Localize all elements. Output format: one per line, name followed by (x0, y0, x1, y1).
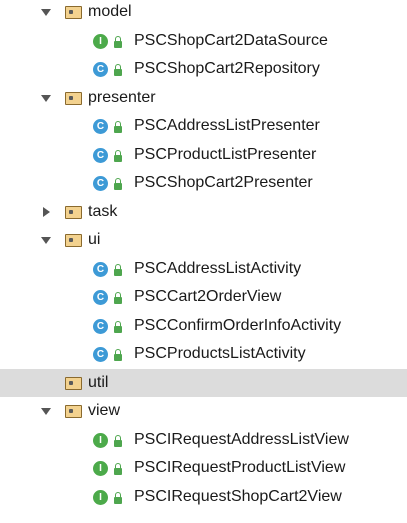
lock-icon (114, 463, 122, 475)
lock-icon (114, 349, 122, 361)
file-row[interactable]: C PSCShopCart2Repository (0, 55, 407, 84)
package-label: model (88, 3, 132, 20)
file-label: PSCShopCart2Presenter (134, 174, 313, 191)
interface-icon: I (93, 432, 108, 448)
file-row[interactable]: C PSCShopCart2Presenter (0, 169, 407, 198)
package-folder-icon (65, 205, 82, 219)
expand-arrow-icon[interactable] (41, 408, 51, 415)
package-label: ui (88, 231, 101, 248)
file-row[interactable]: C PSCConfirmOrderInfoActivity (0, 312, 407, 341)
lock-icon (114, 121, 122, 133)
file-row[interactable]: I PSCIRequestProductListView (0, 454, 407, 483)
package-label: view (88, 402, 121, 419)
lock-icon (114, 491, 122, 504)
file-label: PSCProductsListActivity (134, 345, 306, 362)
file-label: PSCShopCart2DataSource (134, 31, 328, 49)
class-icon: C (93, 261, 108, 277)
file-label: PSCConfirmOrderInfoActivity (134, 316, 342, 334)
lock-icon (114, 292, 122, 304)
expand-arrow-icon[interactable] (41, 237, 51, 244)
lock-icon (114, 64, 122, 76)
class-icon: C (93, 290, 108, 305)
package-folder-icon (65, 234, 82, 247)
file-row[interactable]: C PSCProductListPresenter (0, 141, 407, 170)
class-icon: C (93, 147, 108, 163)
class-icon: C (93, 347, 108, 362)
class-icon: C (93, 119, 108, 134)
package-folder-icon (65, 6, 82, 19)
lock-icon (114, 320, 122, 333)
file-row[interactable]: C PSCCart2OrderView (0, 283, 407, 312)
interface-icon: I (93, 461, 108, 476)
class-icon: C (93, 62, 108, 77)
file-label: PSCIRequestAddressListView (134, 430, 349, 448)
file-label: PSCIRequestShopCart2View (134, 487, 342, 505)
file-row[interactable]: I PSCIRequestShopCart2View (0, 483, 407, 512)
collapse-arrow-icon[interactable] (43, 206, 50, 217)
lock-icon (114, 434, 122, 447)
file-row[interactable]: C PSCAddressListActivity (0, 255, 407, 284)
package-label: presenter (88, 88, 156, 106)
package-label: task (88, 202, 118, 220)
package-row-view[interactable]: view (0, 397, 407, 426)
lock-icon (114, 263, 122, 276)
class-icon: C (93, 318, 108, 334)
file-label: PSCAddressListPresenter (134, 117, 320, 134)
package-folder-icon (65, 405, 82, 418)
class-icon: C (93, 176, 108, 191)
package-row-task[interactable]: task (0, 198, 407, 227)
expand-arrow-icon[interactable] (41, 94, 51, 102)
file-label: PSCIRequestProductListView (134, 459, 346, 476)
interface-icon: I (93, 489, 108, 505)
lock-icon (114, 178, 122, 190)
package-row-presenter[interactable]: presenter (0, 84, 407, 113)
package-row-ui[interactable]: ui (0, 226, 407, 255)
file-label: PSCProductListPresenter (134, 145, 317, 163)
lock-icon (114, 149, 122, 162)
lock-icon (114, 35, 122, 48)
expand-arrow-icon[interactable] (41, 9, 51, 16)
package-label: util (88, 373, 109, 391)
file-row[interactable]: I PSCIRequestAddressListView (0, 426, 407, 455)
file-row[interactable]: C PSCAddressListPresenter (0, 112, 407, 141)
package-folder-icon (65, 91, 82, 105)
file-label: PSCAddressListActivity (134, 259, 302, 277)
file-row[interactable]: C PSCProductsListActivity (0, 340, 407, 369)
file-label: PSCCart2OrderView (134, 288, 282, 305)
interface-icon: I (93, 33, 108, 49)
file-label: PSCShopCart2Repository (134, 60, 320, 77)
project-tree: model I PSCShopCart2DataSource C PSCShopCart… (0, 0, 407, 523)
package-folder-icon (65, 376, 82, 390)
package-row-util[interactable]: util (0, 368, 407, 397)
package-row-model[interactable]: model (0, 0, 407, 27)
file-row[interactable]: I PSCShopCart2DataSource (0, 27, 407, 56)
